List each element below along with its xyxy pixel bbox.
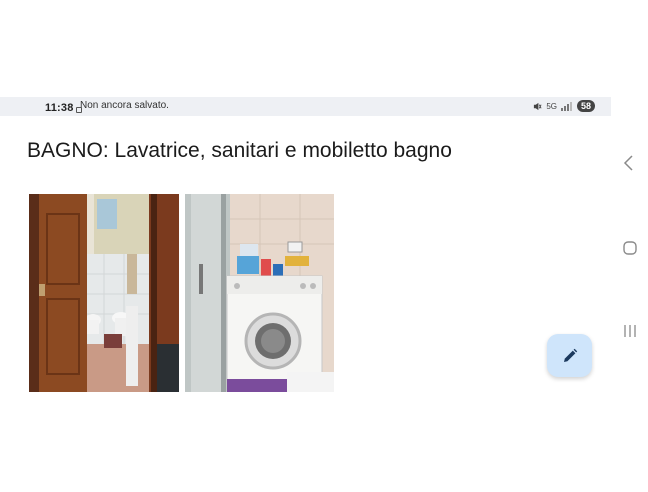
chevron-left-icon[interactable] xyxy=(622,154,636,177)
status-indicators: 5G 58 xyxy=(533,100,595,112)
signal-icon xyxy=(560,101,572,111)
mute-icon xyxy=(534,102,542,110)
battery-level: 58 xyxy=(576,100,595,112)
edit-fab-button[interactable] xyxy=(547,334,592,377)
pencil-icon xyxy=(563,348,577,362)
network-label: 5G xyxy=(546,101,557,111)
status-time: 11:38 xyxy=(45,102,74,114)
status-bar: 11:38 Non ancora salvato. 5G 58 xyxy=(0,97,611,116)
note-title[interactable]: BAGNO: Lavatrice, sanitari e mobiletto b… xyxy=(27,139,452,163)
screen: 11:38 Non ancora salvato. 5G 58 BAGNO: L… xyxy=(0,0,648,492)
save-status-text: Non ancora salvato. xyxy=(80,100,169,111)
circle-home-icon[interactable] xyxy=(622,240,638,261)
photo-bathroom-doorway[interactable] xyxy=(29,194,179,392)
status-app-icon xyxy=(76,107,82,113)
photo-washing-machine[interactable] xyxy=(185,194,334,392)
recents-bars-icon[interactable] xyxy=(623,324,637,343)
